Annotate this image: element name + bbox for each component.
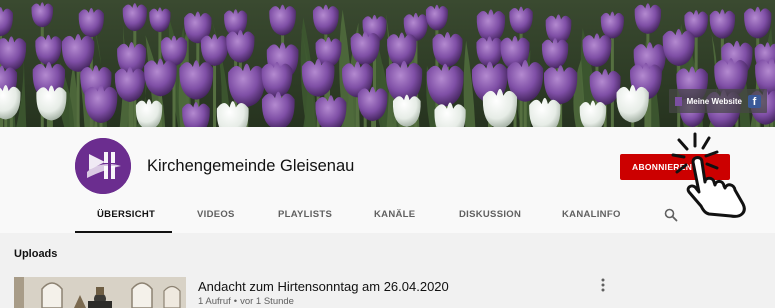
video-views: 1 Aufruf bbox=[198, 296, 231, 307]
section-title[interactable]: Uploads bbox=[14, 248, 57, 260]
uploads-section: Uploads Andacht zum Hirtensonntag am 26.… bbox=[0, 233, 775, 308]
website-icon bbox=[674, 96, 682, 106]
subscribe-button[interactable]: ABONNIEREN bbox=[620, 154, 730, 180]
channel-name: Kirchengemeinde Gleisenau bbox=[147, 157, 355, 175]
channel-banner: Meine Website f bbox=[0, 0, 775, 127]
facebook-icon[interactable]: f bbox=[748, 94, 761, 108]
tab-playlists[interactable]: PLAYLISTS bbox=[278, 202, 332, 233]
channel-header: Kirchengemeinde Gleisenau ABONNIEREN ÜBE… bbox=[0, 127, 775, 233]
church-logo-icon bbox=[75, 138, 131, 194]
tab-videos[interactable]: VIDEOS bbox=[197, 202, 235, 233]
more-options-icon[interactable] bbox=[596, 277, 610, 293]
website-link[interactable]: Meine Website bbox=[674, 96, 742, 106]
video-title[interactable]: Andacht zum Hirtensonntag am 26.04.2020 bbox=[198, 279, 449, 294]
tab-channels[interactable]: KANÄLE bbox=[374, 202, 415, 233]
search-icon[interactable] bbox=[664, 208, 678, 222]
tulip-banner-image bbox=[0, 0, 775, 127]
video-meta: 1 Aufruf • vor 1 Stunde bbox=[198, 296, 294, 307]
tab-overview[interactable]: ÜBERSICHT bbox=[75, 202, 172, 233]
meta-separator: • bbox=[233, 296, 238, 307]
tab-channel-info[interactable]: KANALINFO bbox=[562, 202, 621, 233]
video-age: vor 1 Stunde bbox=[240, 296, 294, 307]
video-thumbnail[interactable] bbox=[14, 277, 186, 308]
avatar[interactable] bbox=[75, 138, 131, 194]
channel-tabs: ÜBERSICHT VIDEOS PLAYLISTS KANÄLE DISKUS… bbox=[0, 202, 775, 233]
banner-links: Meine Website f bbox=[668, 89, 767, 113]
tab-discussion[interactable]: DISKUSSION bbox=[459, 202, 521, 233]
website-link-label: Meine Website bbox=[686, 96, 742, 106]
church-interior-image bbox=[14, 277, 186, 308]
